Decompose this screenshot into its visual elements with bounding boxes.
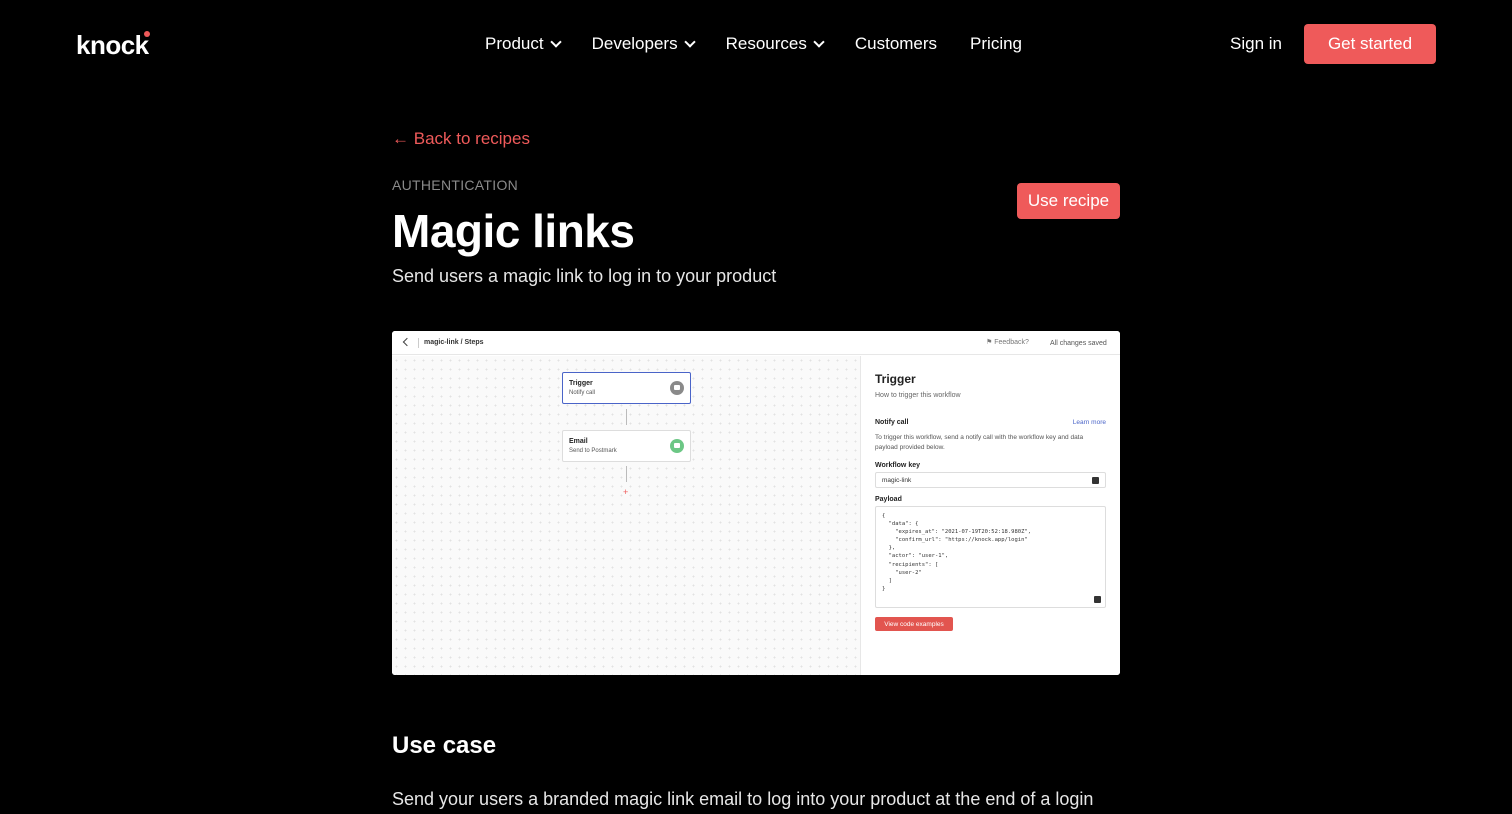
- node-subtitle: Notify call: [569, 390, 596, 396]
- add-step-icon: +: [623, 487, 629, 497]
- get-started-button[interactable]: Get started: [1304, 24, 1436, 64]
- payload-text: { "data": { "expires_at": "2021-07-19T20…: [882, 513, 1032, 592]
- workflow-key-value: magic-link: [882, 477, 912, 484]
- panel-description: To trigger this workflow, send a notify …: [875, 434, 1084, 451]
- payload-code: { "data": { "expires_at": "2021-07-19T20…: [875, 506, 1106, 608]
- copy-icon: [1092, 477, 1099, 484]
- nav-pricing[interactable]: Pricing: [970, 34, 1022, 54]
- notify-call-heading: Notify call: [875, 419, 909, 426]
- chevron-down-icon: [813, 36, 825, 48]
- node-subtitle: Send to Postmark: [569, 448, 617, 454]
- megaphone-icon: ⚑: [986, 339, 995, 346]
- nav-product[interactable]: Product: [485, 34, 562, 54]
- use-recipe-button[interactable]: Use recipe: [1017, 183, 1120, 219]
- logo-text: knock: [76, 30, 149, 60]
- save-status: All changes saved: [1050, 340, 1107, 347]
- payload-label: Payload: [875, 496, 902, 503]
- nav-resources-label: Resources: [725, 34, 807, 53]
- category-eyebrow: AUTHENTICATION: [392, 177, 519, 193]
- flag-icon: [670, 381, 684, 395]
- trigger-node: Trigger Notify call: [562, 372, 691, 404]
- nav-developers-label: Developers: [591, 34, 678, 53]
- panel-subtitle: How to trigger this workflow: [875, 392, 961, 399]
- screenshot-topbar: magic-link / Steps ⚑ Feedback? All chang…: [392, 331, 1120, 355]
- back-to-recipes-link[interactable]: ← Back to recipes: [392, 129, 530, 149]
- panel-title: Trigger: [875, 372, 916, 386]
- use-case-text: Send your users a branded magic link ema…: [392, 789, 1094, 809]
- nav-links: Product Developers Resources Customers P…: [485, 34, 1022, 54]
- node-title: Email: [569, 438, 588, 445]
- back-label: Back to recipes: [413, 129, 530, 148]
- arrow-left-icon: ←: [392, 129, 409, 148]
- feedback-label: Feedback?: [994, 339, 1029, 346]
- nav-resources[interactable]: Resources: [725, 34, 825, 54]
- connector-line: [626, 466, 627, 482]
- workflow-canvas: Trigger Notify call Email Send to Postma…: [392, 356, 860, 675]
- nav-product-label: Product: [485, 34, 544, 53]
- trigger-panel: Trigger How to trigger this workflow Not…: [860, 356, 1120, 675]
- chevron-down-icon: [549, 36, 562, 48]
- knock-logo[interactable]: knock: [76, 30, 150, 60]
- node-title: Trigger: [569, 380, 593, 387]
- nav-pricing-label: Pricing: [970, 34, 1023, 53]
- divider: [418, 338, 419, 348]
- workflow-key-field: magic-link: [875, 472, 1106, 488]
- page-title: Magic links: [392, 205, 635, 257]
- nav-customers-label: Customers: [854, 34, 938, 53]
- nav-developers[interactable]: Developers: [591, 34, 696, 54]
- sign-in-link[interactable]: Sign in: [1230, 34, 1282, 54]
- workflow-screenshot: magic-link / Steps ⚑ Feedback? All chang…: [392, 331, 1120, 675]
- chevron-down-icon: [683, 36, 696, 48]
- mail-icon: [670, 439, 684, 453]
- top-nav: knock Product Developers Resources Custo…: [0, 0, 1512, 88]
- chevron-left-icon: [402, 337, 412, 347]
- workflow-key-label: Workflow key: [875, 462, 920, 469]
- copy-icon: [1094, 596, 1101, 603]
- email-node: Email Send to Postmark: [562, 430, 691, 462]
- connector-line: [626, 409, 627, 425]
- nav-customers[interactable]: Customers: [855, 34, 937, 54]
- logo-dot-icon: [143, 31, 150, 37]
- feedback-link: ⚑ Feedback?: [986, 338, 1029, 348]
- use-case-heading: Use case: [392, 732, 497, 759]
- view-code-examples-button: View code examples: [875, 617, 953, 631]
- page-subtitle: Send users a magic link to log in to you…: [392, 266, 777, 286]
- learn-more-link: Learn more: [1072, 419, 1106, 426]
- breadcrumb: magic-link / Steps: [424, 339, 484, 346]
